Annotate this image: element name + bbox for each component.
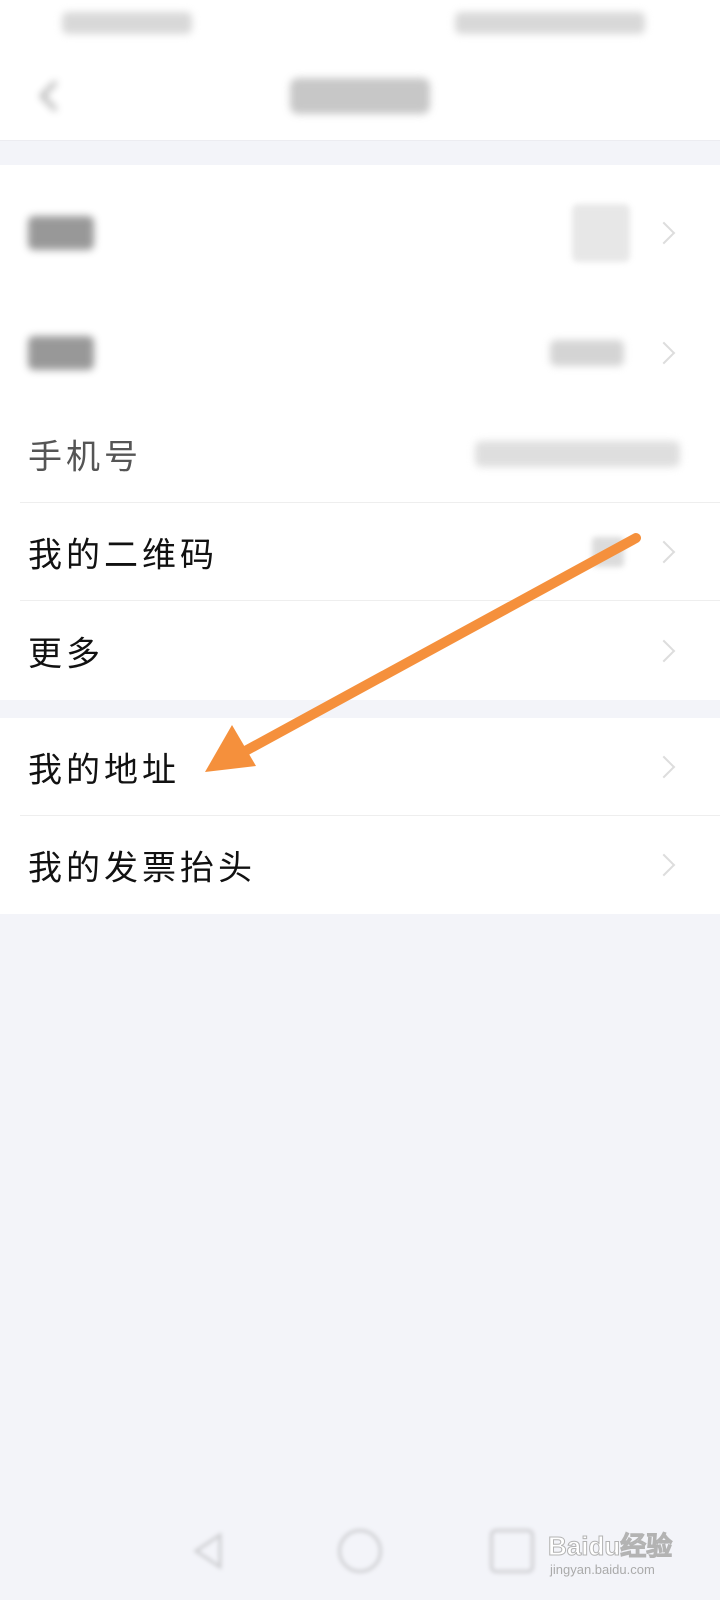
baidu-watermark: Baidu经验 jingyan.baidu.com (547, 1518, 708, 1588)
chevron-right-icon (652, 639, 676, 662)
row-label-invoice: 我的发票抬头 (28, 848, 256, 889)
settings-row-more[interactable]: 更多 (0, 601, 720, 700)
settings-row-qrcode[interactable]: 我的二维码 (0, 503, 720, 601)
chevron-right-icon (652, 341, 676, 364)
settings-row-address[interactable]: 我的地址 (0, 718, 720, 816)
chevron-left-icon[interactable] (32, 78, 68, 114)
status-bar (0, 0, 720, 50)
qrcode-icon (592, 537, 624, 567)
chevron-right-icon (652, 540, 676, 564)
settings-section-address: 我的地址 我的发票抬头 (0, 718, 720, 914)
settings-row-nickname[interactable] (0, 300, 720, 405)
row-label-qrcode: 我的二维码 (28, 535, 218, 576)
chevron-right-icon (652, 755, 676, 779)
chevron-right-icon (652, 221, 676, 244)
watermark-brand: Baidu经验 (547, 1531, 673, 1562)
recent-apps-icon[interactable] (490, 1529, 534, 1573)
row-label-avatar (28, 215, 94, 250)
nav-bar (0, 50, 720, 141)
watermark-url: jingyan.baidu.com (550, 1562, 655, 1577)
settings-section-profile: 手机号 我的二维码 更多 (0, 165, 720, 700)
page-title (290, 78, 430, 114)
settings-row-avatar[interactable] (0, 165, 720, 300)
nickname-value (550, 339, 624, 366)
home-circle-icon[interactable] (338, 1529, 382, 1573)
status-right-indicators (455, 12, 645, 34)
back-triangle-icon[interactable] (186, 1529, 230, 1573)
row-label-nickname (28, 335, 94, 370)
phone-value (475, 441, 680, 467)
chevron-right-icon (652, 853, 676, 877)
row-label-phone: 手机号 (28, 437, 142, 478)
avatar (572, 203, 630, 262)
row-label-address: 我的地址 (28, 750, 180, 791)
settings-row-phone: 手机号 (0, 405, 720, 503)
settings-row-invoice[interactable]: 我的发票抬头 (0, 816, 720, 914)
row-label-more: 更多 (28, 634, 104, 674)
status-left-indicators (62, 12, 192, 34)
